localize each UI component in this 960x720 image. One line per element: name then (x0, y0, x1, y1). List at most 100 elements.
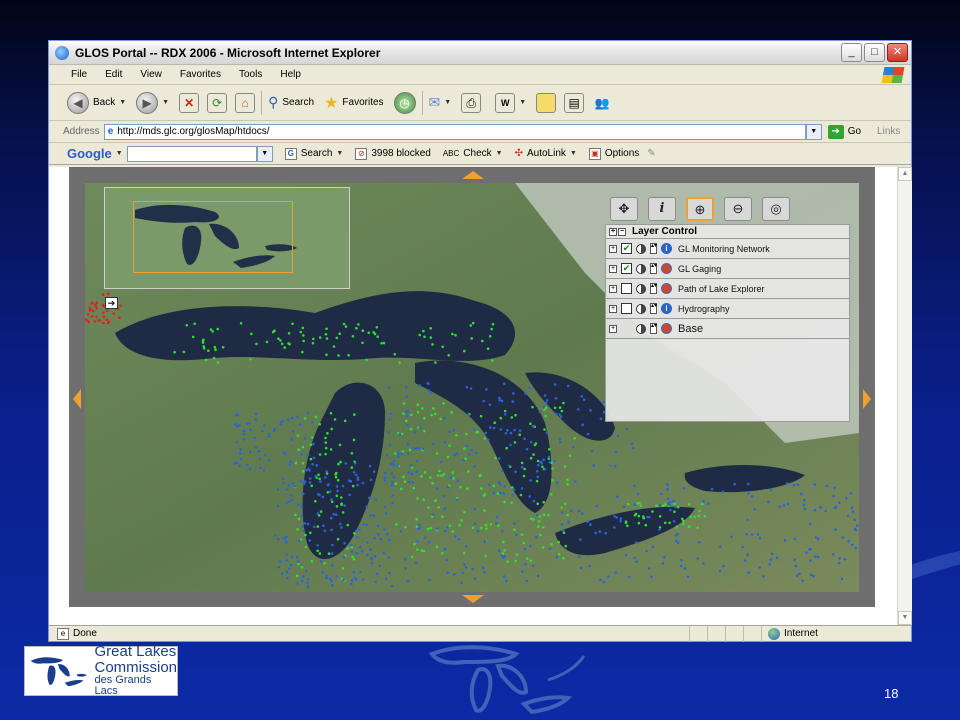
layer-order-icon[interactable]: ▴▾ (650, 303, 657, 314)
research-icon[interactable]: ▤ (564, 92, 585, 113)
google-search-button[interactable]: G Search ▼ (284, 147, 343, 160)
layer-expand-icon[interactable]: + (609, 244, 617, 253)
google-search-input[interactable] (126, 145, 257, 162)
scroll-down-icon[interactable]: ▼ (898, 611, 912, 625)
map-point (563, 502, 567, 506)
map-point (719, 545, 722, 548)
map-point (492, 426, 496, 430)
map-point (633, 556, 637, 560)
close-button[interactable]: ✕ (887, 43, 908, 62)
home-icon[interactable]: ⌂ (235, 92, 256, 113)
pan-icon[interactable]: ✥ (610, 197, 638, 221)
mail-button[interactable]: ✉ ▼ (429, 94, 452, 111)
layer-order-icon[interactable]: ▴▾ (650, 263, 657, 274)
overview-extent-box[interactable] (133, 201, 293, 273)
refresh-icon[interactable]: ⟳ (207, 92, 228, 113)
layer-visibility-checkbox[interactable] (621, 303, 632, 314)
layer-visibility-checkbox[interactable]: ✔ (621, 243, 632, 254)
menu-view[interactable]: View (140, 69, 162, 80)
zoom-out-icon[interactable]: ⊖ (724, 197, 752, 221)
map-point (545, 399, 549, 402)
transparency-icon[interactable] (636, 303, 646, 314)
layer-metadata-icon[interactable] (661, 283, 672, 294)
layer-metadata-icon[interactable] (661, 323, 672, 334)
autolink-dropdown-icon[interactable]: ▼ (570, 150, 577, 157)
overview-toggle-button[interactable]: ➔ (105, 297, 118, 309)
collapse-all-icon[interactable]: − (618, 227, 626, 236)
layer-metadata-icon[interactable] (661, 263, 672, 274)
mail-dropdown-icon[interactable]: ▼ (444, 99, 451, 106)
pan-west-arrow-icon[interactable] (73, 389, 81, 409)
map-point (854, 528, 858, 532)
minimize-button[interactable]: _ (841, 43, 862, 62)
address-dropdown-icon[interactable]: ▼ (805, 123, 822, 140)
edit-dropdown-icon[interactable]: ▼ (519, 99, 526, 106)
vertical-scrollbar[interactable]: ▲ ▼ (897, 167, 912, 625)
google-search-dropdown-icon[interactable]: ▼ (336, 150, 343, 157)
pan-south-arrow-icon[interactable] (462, 595, 484, 603)
layer-order-icon[interactable]: ▴▾ (650, 243, 657, 254)
layer-expand-icon[interactable]: + (609, 284, 617, 293)
pencil-icon[interactable]: ✎ (647, 148, 655, 159)
back-dropdown-icon[interactable]: ▼ (119, 99, 126, 106)
security-zone[interactable]: Internet (761, 625, 911, 642)
search-button[interactable]: ⚲ Search (268, 94, 314, 111)
google-toolbar: Google ▼ ▼ G Search ▼ ⊘ 3998 blocked ABC… (49, 143, 911, 165)
forward-dropdown-icon[interactable]: ▼ (162, 99, 169, 106)
layer-visibility-checkbox[interactable] (621, 283, 632, 294)
scroll-up-icon[interactable]: ▲ (898, 167, 912, 181)
forward-button[interactable]: ▶ ▼ (136, 91, 169, 114)
layer-info-icon[interactable]: i (661, 243, 672, 254)
menu-file[interactable]: File (71, 69, 87, 80)
map-point (301, 575, 305, 578)
zoom-in-icon[interactable]: ⊕ (686, 197, 714, 221)
google-input-dropdown-icon[interactable]: ▼ (256, 145, 273, 162)
transparency-icon[interactable] (636, 243, 646, 254)
layer-expand-icon[interactable]: + (609, 304, 617, 313)
google-logo[interactable]: Google (67, 146, 112, 161)
transparency-icon[interactable] (636, 263, 646, 274)
history-icon[interactable]: ◷ (393, 91, 416, 114)
layer-info-icon[interactable]: i (661, 303, 672, 314)
overview-map[interactable] (104, 187, 350, 289)
transparency-icon[interactable] (636, 283, 646, 294)
map-point (390, 412, 393, 416)
layer-visibility-checkbox[interactable]: ✔ (621, 263, 632, 274)
map-point (536, 574, 540, 578)
map-point (590, 449, 594, 453)
menu-tools[interactable]: Tools (239, 69, 262, 80)
maximize-button[interactable]: □ (864, 43, 885, 62)
popup-blocker-button[interactable]: ⊘ 3998 blocked (355, 147, 431, 160)
full-extent-icon[interactable]: ◎ (762, 197, 790, 221)
stop-icon[interactable]: ✕ (179, 92, 200, 113)
address-input[interactable]: e http://mds.glc.org/glosMap/htdocs/ (103, 123, 806, 140)
go-button[interactable]: ➔ Go (827, 124, 861, 139)
check-dropdown-icon[interactable]: ▼ (496, 150, 503, 157)
transparency-icon[interactable] (636, 323, 646, 334)
layer-order-icon[interactable]: ▴▾ (650, 323, 657, 334)
autolink-button[interactable]: ✣ AutoLink ▼ (515, 148, 577, 159)
back-button[interactable]: ◀ Back ▼ (67, 91, 126, 114)
pan-east-arrow-icon[interactable] (863, 389, 871, 409)
menu-edit[interactable]: Edit (105, 69, 122, 80)
menu-favorites[interactable]: Favorites (180, 69, 221, 80)
info-icon[interactable]: i (648, 197, 676, 221)
links-button[interactable]: Links (877, 126, 900, 137)
map-point (362, 523, 365, 526)
map-point (532, 518, 535, 521)
spell-check-button[interactable]: ABC Check ▼ (443, 148, 503, 159)
messenger-icon[interactable]: 👥 (592, 93, 612, 113)
layer-expand-icon[interactable]: + (609, 264, 617, 273)
map-canvas[interactable]: ➔ ✥ i ⊕ ⊖ ◎ + − Layer Control + ✔ ▴▾ i G… (85, 183, 859, 592)
google-dropdown-icon[interactable]: ▼ (116, 150, 123, 157)
print-icon[interactable]: ⎙ (461, 92, 482, 113)
expand-all-icon[interactable]: + (609, 227, 617, 236)
favorites-button[interactable]: ★ Favorites (324, 93, 383, 113)
pan-north-arrow-icon[interactable] (462, 171, 484, 179)
layer-expand-icon[interactable]: + (609, 324, 617, 333)
menu-help[interactable]: Help (280, 69, 301, 80)
options-button[interactable]: ▣ Options (588, 147, 639, 160)
layer-order-icon[interactable]: ▴▾ (650, 283, 657, 294)
edit-button[interactable]: W ▼ (495, 92, 526, 113)
discuss-icon[interactable] (536, 92, 557, 113)
